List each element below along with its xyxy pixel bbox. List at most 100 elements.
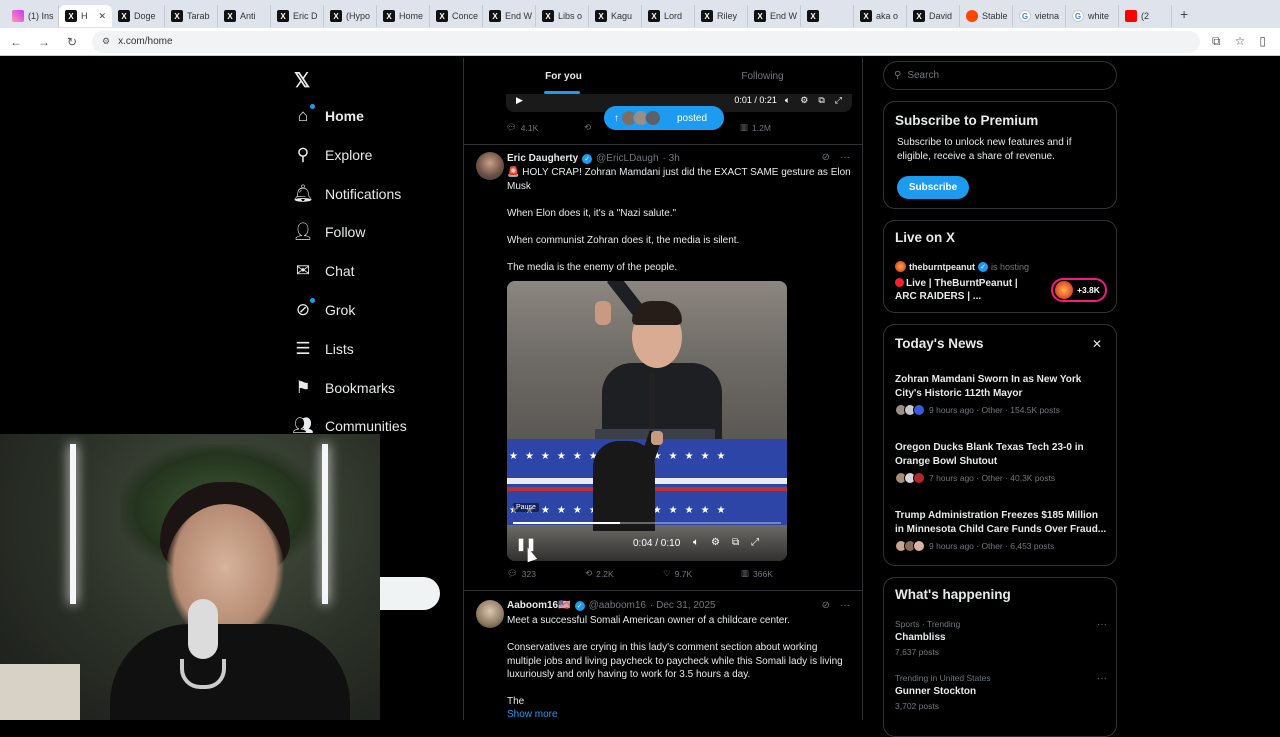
close-tab-icon[interactable]: ✕	[98, 11, 106, 22]
browser-tab[interactable]: X Eric D	[271, 5, 324, 27]
news-item[interactable]: Oregon Ducks Blank Texas Tech 23-0 in Or…	[895, 441, 1107, 484]
timeline: For you Following ▶ 0:01 / 0:21 🔈︎ ⚙ ⧉ ⤢…	[463, 58, 863, 720]
browser-tab[interactable]: Gvietna	[1013, 5, 1066, 27]
fullscreen-icon[interactable]: ⤢	[835, 95, 842, 106]
verified-icon: ✓	[978, 261, 988, 272]
author-name[interactable]: Aaboom16🇺🇸	[507, 600, 571, 611]
url-field[interactable]: ⚙ x.com/home	[92, 30, 1201, 53]
mail-icon: ✉	[295, 261, 311, 281]
more-icon[interactable]: ···	[1097, 673, 1107, 684]
view-count: 1.2M	[752, 122, 771, 133]
pip-icon[interactable]: ⧉	[818, 95, 824, 106]
trend-item[interactable]: Sports · Trending Chambliss 7,637 posts …	[895, 619, 1107, 657]
new-posts-pill[interactable]: ↑ posted	[604, 106, 724, 130]
browser-tab[interactable]: X David	[907, 5, 960, 27]
browser-tab[interactable]: X Riley	[695, 5, 748, 27]
browser-tab[interactable]: (2	[1119, 5, 1172, 27]
post-time[interactable]: · Dec 31, 2025	[650, 600, 716, 611]
browser-tab[interactable]: Xaka o	[854, 5, 907, 27]
live-listeners-badge[interactable]: +3.8K	[1051, 278, 1107, 302]
nav-item-bookmarks[interactable]: ⚑ Bookmarks	[293, 373, 395, 403]
back-icon[interactable]: ←	[8, 35, 24, 49]
views-button[interactable]: ▥ 366K	[741, 568, 819, 579]
browser-tab[interactable]: X Anti	[218, 5, 271, 27]
nav-item-chat[interactable]: ✉ Chat	[293, 256, 355, 286]
new-tab-icon[interactable]: +	[1172, 6, 1196, 22]
video-progress-bar[interactable]	[513, 522, 781, 524]
news-item[interactable]: Zohran Mamdani Sworn In as New York City…	[895, 373, 1107, 416]
install-icon[interactable]: ⧉	[1212, 34, 1221, 49]
browser-tab[interactable]: X Conce	[430, 5, 483, 27]
views-button[interactable]: ▥ 1.2M	[740, 122, 818, 133]
browser-tab[interactable]: X Libs o	[536, 5, 589, 27]
trend-context: Trending in United States	[895, 673, 991, 683]
browser-tab[interactable]: X Lord	[642, 5, 695, 27]
nav-item-follow[interactable]: 👤︎ Follow	[292, 217, 365, 247]
author-name[interactable]: Eric Daugherty	[507, 153, 578, 164]
repost-icon: ⟲	[584, 122, 592, 132]
subscribe-button[interactable]: Subscribe	[897, 176, 969, 199]
x-logo-icon[interactable]: 𝕏	[294, 68, 310, 93]
author-handle[interactable]: @EricLDaugh	[596, 153, 658, 164]
bookmark-star-icon[interactable]: ☆	[1235, 34, 1246, 49]
reply-button[interactable]: 💬︎ 323	[507, 568, 585, 579]
fullscreen-icon[interactable]: ⤢	[751, 537, 759, 548]
premium-description: Subscribe to unlock new features and if …	[897, 137, 1072, 162]
avatar[interactable]	[476, 152, 504, 180]
browser-tab[interactable]: (1) Ins	[6, 5, 59, 27]
play-icon[interactable]: ▶	[516, 95, 523, 106]
close-icon[interactable]: ✕	[1092, 337, 1102, 351]
like-button[interactable]: ♡ 9.7K	[663, 568, 741, 579]
tab-following[interactable]: Following	[663, 58, 862, 94]
browser-tab[interactable]: X (Hypo	[324, 5, 377, 27]
browser-tab[interactable]: X Kagu	[589, 5, 642, 27]
reply-button[interactable]: 💬︎ 4.1K	[506, 122, 584, 133]
nav-item-explore[interactable]: ⚲ Explore	[293, 140, 373, 170]
more-icon[interactable]: ···	[840, 152, 850, 163]
post-time[interactable]: · 3h	[663, 153, 680, 164]
nav-item-lists[interactable]: ☰ Lists	[293, 334, 353, 364]
settings-icon[interactable]: ⚙	[711, 537, 720, 548]
tab-label: Tarab	[187, 11, 210, 21]
reload-icon[interactable]: ↻	[64, 35, 80, 49]
repost-button[interactable]: ⟲ 2.2K	[585, 568, 663, 579]
nav-item-label: Explore	[325, 146, 373, 163]
pip-icon[interactable]: ⧉	[732, 537, 739, 548]
browser-tab[interactable]: X Doge	[112, 5, 165, 27]
volume-icon[interactable]: 🔈︎	[785, 95, 790, 106]
browser-tab[interactable]: X Home	[377, 5, 430, 27]
browser-tab[interactable]: X Tarab	[165, 5, 218, 27]
volume-icon[interactable]: 🔈︎	[693, 537, 699, 548]
browser-tab[interactable]: X	[801, 5, 854, 27]
nav-item-notifications[interactable]: 🔔︎ Notifications	[292, 179, 401, 209]
grok-icon[interactable]: ⊘	[822, 152, 830, 163]
live-host[interactable]: theburntpeanut ✓ is hosting	[895, 261, 1029, 272]
nav-item-grok[interactable]: ⊘ Grok	[293, 295, 355, 325]
trend-item[interactable]: Trending in United States Gunner Stockto…	[895, 673, 1107, 711]
search-input[interactable]: ⚲ Search	[883, 61, 1117, 90]
author-handle[interactable]: @aaboom16	[589, 600, 646, 611]
post-button[interactable]	[380, 577, 440, 610]
tab-label: Stable	[982, 11, 1008, 21]
grok-icon[interactable]: ⊘	[822, 600, 830, 611]
tab-for-you[interactable]: For you	[464, 58, 663, 94]
browser-tab[interactable]: X End W	[748, 5, 801, 27]
post-video[interactable]: ★★★★★★★★★★★★★★ ★★★★★★★★★★★★★★ Pause ❚❚ 0…	[507, 281, 787, 561]
site-info-icon[interactable]: ⚙	[102, 36, 110, 47]
browser-tab[interactable]: Stable	[960, 5, 1013, 27]
happening-title: What's happening	[895, 587, 1011, 602]
show-more-link[interactable]: Show more	[507, 709, 558, 720]
live-stream-title[interactable]: Live | TheBurntPeanut | ARC RAIDERS | ..…	[895, 277, 1035, 303]
nav-item-home[interactable]: ⌂ Home	[293, 101, 364, 131]
settings-icon[interactable]: ⚙	[800, 95, 808, 106]
home-icon: ⌂	[293, 104, 315, 126]
sidebar-icon[interactable]: ▯	[1259, 34, 1266, 49]
news-item[interactable]: Trump Administration Freezes $185 Millio…	[895, 509, 1107, 552]
browser-tab[interactable]: Gwhite	[1066, 5, 1119, 27]
browser-tab[interactable]: X End W	[483, 5, 536, 27]
more-icon[interactable]: ···	[840, 600, 850, 611]
avatar[interactable]	[476, 600, 504, 628]
more-icon[interactable]: ···	[1097, 619, 1107, 630]
browser-tab[interactable]: X H ✕	[59, 5, 112, 27]
forward-icon[interactable]: →	[36, 35, 52, 49]
